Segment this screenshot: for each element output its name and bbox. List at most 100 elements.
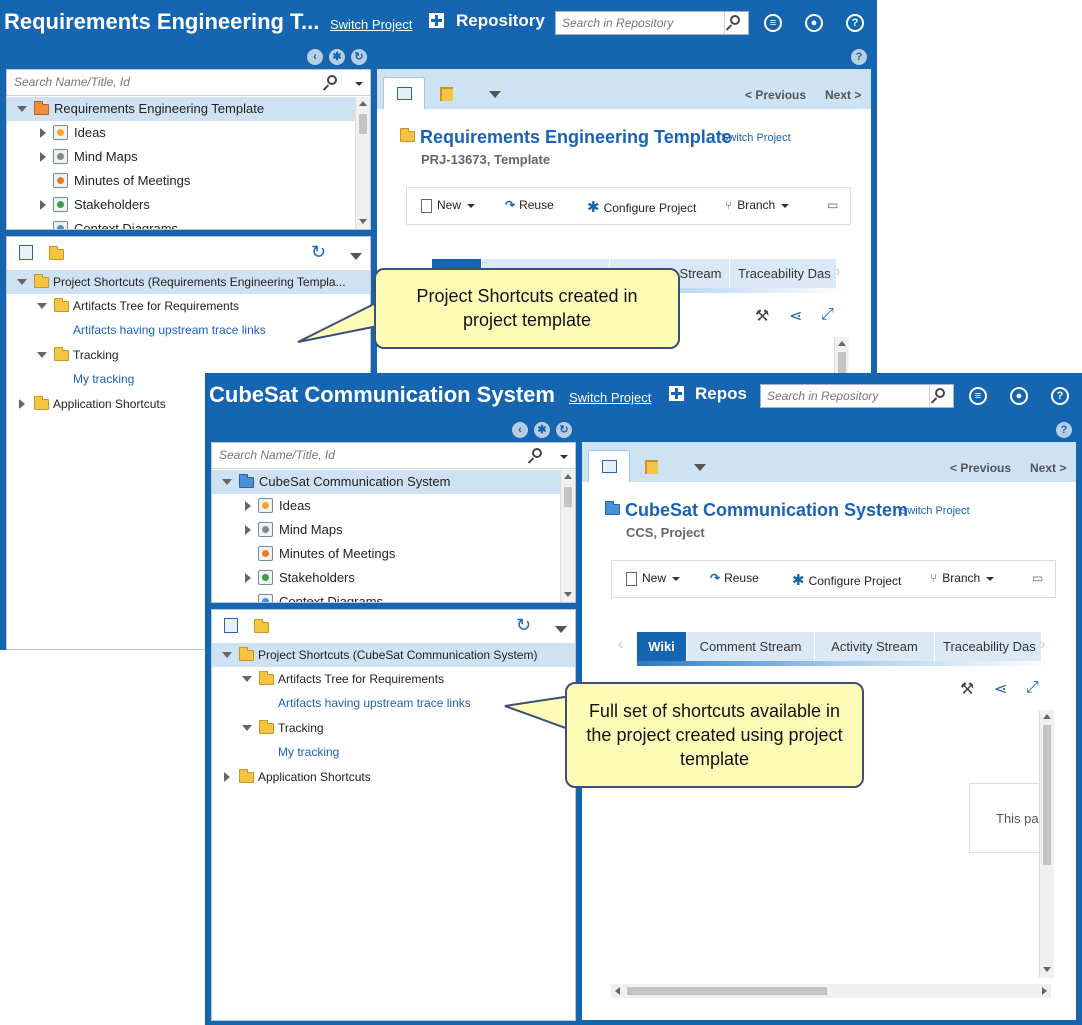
search-button[interactable] xyxy=(929,385,953,407)
tree-scrollbar[interactable] xyxy=(355,97,370,229)
scroll-thumb[interactable] xyxy=(564,487,572,507)
shortcut-link[interactable]: My tracking xyxy=(212,740,575,764)
tree-search-input[interactable] xyxy=(212,443,512,467)
branch-button[interactable]: ⑂ Branch xyxy=(725,198,790,212)
scroll-down-icon[interactable] xyxy=(359,219,367,224)
help-icon[interactable]: ? xyxy=(1056,422,1072,438)
tree-view-icon[interactable] xyxy=(440,87,453,101)
shortcut-folder[interactable]: Tracking xyxy=(7,343,370,367)
configure-project-button[interactable]: ✱ Configure Project xyxy=(792,571,901,589)
shortcut-root[interactable]: Project Shortcuts (CubeSat Communication… xyxy=(212,643,575,667)
expand-icon[interactable] xyxy=(245,501,251,511)
tools-icon[interactable]: ⚒ xyxy=(755,306,769,326)
add-icon[interactable] xyxy=(429,13,444,28)
horizontal-scrollbar[interactable] xyxy=(611,984,1051,998)
chevron-left-icon[interactable]: ‹ xyxy=(618,636,623,654)
scroll-up-icon[interactable] xyxy=(1043,714,1051,719)
new-button[interactable]: New xyxy=(421,198,476,213)
tree-item-minutes[interactable]: Minutes of Meetings xyxy=(7,169,355,193)
repository-search-input[interactable] xyxy=(761,385,924,407)
chevron-down-icon[interactable] xyxy=(350,253,362,260)
scroll-right-icon[interactable] xyxy=(1042,987,1047,995)
expand-icon[interactable] xyxy=(224,772,230,782)
add-shortcut-icon[interactable] xyxy=(19,245,33,260)
tree-search-input[interactable] xyxy=(7,70,307,94)
previous-link[interactable]: < Previous xyxy=(950,461,1011,475)
share-icon[interactable]: ⋖ xyxy=(994,679,1007,699)
next-link[interactable]: Next > xyxy=(1030,461,1066,475)
switch-project-link[interactable]: Switch Project xyxy=(330,17,412,32)
chevron-right-icon[interactable]: › xyxy=(835,263,840,281)
tasks-icon[interactable]: ≡ xyxy=(969,387,987,405)
reuse-button[interactable]: ↷ Reuse xyxy=(505,198,554,212)
tree-item-stakeholders[interactable]: Stakeholders xyxy=(7,193,355,217)
tasks-icon[interactable]: ≡ xyxy=(764,14,782,32)
tree-root[interactable]: CubeSat Communication System xyxy=(212,470,560,494)
chevron-down-icon[interactable] xyxy=(560,455,568,459)
scroll-up-icon[interactable] xyxy=(838,341,846,346)
new-button[interactable]: New xyxy=(626,571,681,586)
add-folder-icon[interactable] xyxy=(49,246,64,260)
collapse-left-icon[interactable]: ‹ xyxy=(307,49,323,65)
next-link[interactable]: Next > xyxy=(825,88,861,102)
tools-icon[interactable]: ⚒ xyxy=(960,679,974,699)
collapse-icon[interactable] xyxy=(17,106,27,112)
help-icon[interactable]: ? xyxy=(1051,387,1069,405)
tab-traceability[interactable]: Traceability Das xyxy=(730,259,837,288)
chevron-down-icon[interactable] xyxy=(489,91,501,98)
scroll-down-icon[interactable] xyxy=(1043,967,1051,972)
expand-icon[interactable] xyxy=(245,525,251,535)
help-icon[interactable]: ? xyxy=(846,14,864,32)
help-icon[interactable]: ? xyxy=(851,49,867,65)
search-icon[interactable] xyxy=(532,448,542,458)
scroll-thumb[interactable] xyxy=(359,114,367,134)
chevron-down-icon[interactable] xyxy=(555,626,567,633)
tree-item-minutes[interactable]: Minutes of Meetings xyxy=(212,542,560,566)
scroll-thumb[interactable] xyxy=(627,987,827,995)
collapse-icon[interactable] xyxy=(17,279,27,285)
switch-project-link[interactable]: Switch Project xyxy=(721,132,791,144)
tree-view-icon[interactable] xyxy=(645,460,658,474)
previous-link[interactable]: < Previous xyxy=(745,88,806,102)
tab-details[interactable] xyxy=(588,450,630,482)
scroll-down-icon[interactable] xyxy=(564,592,572,597)
refresh-icon[interactable]: ↻ xyxy=(351,49,367,65)
tree-root[interactable]: Requirements Engineering Template xyxy=(7,97,355,121)
tree-item-context-diagrams[interactable]: Context Diagrams xyxy=(7,217,355,229)
repository-menu[interactable]: Repository xyxy=(456,11,545,31)
add-folder-icon[interactable] xyxy=(254,619,269,633)
tree-item-stakeholders[interactable]: Stakeholders xyxy=(212,566,560,590)
collapse-icon[interactable] xyxy=(37,352,47,358)
collapse-icon[interactable] xyxy=(242,725,252,731)
switch-project-link[interactable]: Switch Project xyxy=(569,390,651,405)
shortcut-root[interactable]: Project Shortcuts (Requirements Engineer… xyxy=(7,270,370,294)
gear-icon[interactable]: ✱ xyxy=(329,49,345,65)
expand-icon[interactable] xyxy=(40,128,46,138)
switch-project-link[interactable]: Switch Project xyxy=(900,505,970,517)
chevron-down-icon[interactable] xyxy=(355,82,363,86)
shortcut-folder[interactable]: Application Shortcuts xyxy=(212,765,575,789)
configure-project-button[interactable]: ✱ Configure Project xyxy=(587,198,696,216)
tag-icon[interactable]: ▭ xyxy=(827,198,838,212)
reuse-button[interactable]: ↷ Reuse xyxy=(710,571,759,585)
user-icon[interactable]: ● xyxy=(805,14,823,32)
expand-icon[interactable]: ⤢ xyxy=(821,306,834,324)
tab-comment-stream[interactable]: Comment Stream xyxy=(687,632,815,661)
scroll-up-icon[interactable] xyxy=(564,474,572,479)
collapse-icon[interactable] xyxy=(222,479,232,485)
expand-icon[interactable] xyxy=(19,399,25,409)
tab-traceability[interactable]: Traceability Das xyxy=(935,632,1042,661)
repository-search-input[interactable] xyxy=(556,12,719,34)
search-button[interactable] xyxy=(724,12,748,34)
expand-icon[interactable] xyxy=(40,200,46,210)
tree-item-ideas[interactable]: Ideas xyxy=(7,121,355,145)
tag-icon[interactable]: ▭ xyxy=(1032,571,1043,585)
tab-activity-stream[interactable]: Activity Stream xyxy=(815,632,935,661)
tree-item-mind-maps[interactable]: Mind Maps xyxy=(212,518,560,542)
scroll-up-icon[interactable] xyxy=(359,101,367,106)
refresh-icon[interactable]: ↻ xyxy=(516,615,531,636)
share-icon[interactable]: ⋖ xyxy=(789,306,802,326)
expand-icon[interactable]: ⤢ xyxy=(1026,679,1039,697)
add-icon[interactable] xyxy=(669,386,684,401)
tree-scrollbar[interactable] xyxy=(560,470,575,602)
